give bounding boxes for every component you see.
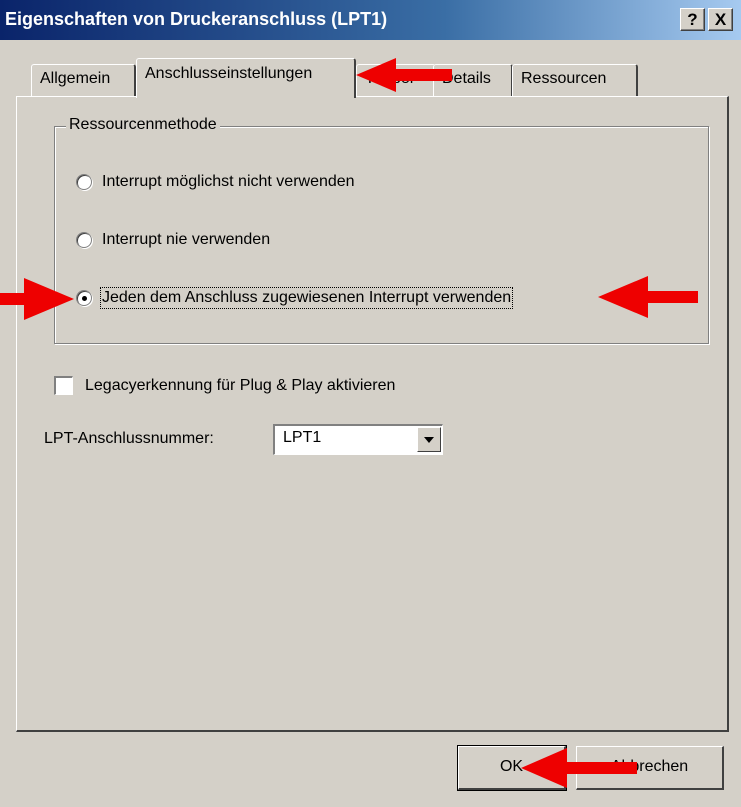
arrow-left-icon bbox=[598, 276, 698, 318]
tab-ressourcen[interactable]: Ressourcen bbox=[512, 64, 638, 96]
tab-allgemein[interactable]: Allgemein bbox=[31, 64, 136, 96]
chevron-down-icon bbox=[424, 437, 434, 443]
radio-button-icon[interactable] bbox=[76, 232, 92, 248]
tab-anschlusseinstellungen[interactable]: Anschlusseinstellungen bbox=[136, 58, 356, 98]
radio-interrupt-avoid[interactable]: Interrupt möglichst nicht verwenden bbox=[76, 170, 355, 194]
radio-interrupt-never[interactable]: Interrupt nie verwenden bbox=[76, 228, 270, 252]
checkbox-icon[interactable] bbox=[54, 376, 73, 395]
arrow-right-icon bbox=[0, 278, 74, 320]
help-button[interactable]: ? bbox=[680, 8, 705, 31]
radio-label: Interrupt nie verwenden bbox=[102, 231, 271, 248]
close-button[interactable]: X bbox=[708, 8, 733, 31]
tab-label: Anschlusseinstellungen bbox=[145, 65, 313, 82]
tab-label: Ressourcen bbox=[521, 70, 607, 87]
tab-label: Allgemein bbox=[40, 70, 111, 87]
lpt-number-select[interactable]: LPT1 bbox=[273, 424, 443, 455]
radio-label: Interrupt möglichst nicht verwenden bbox=[102, 173, 355, 190]
title-bar: Eigenschaften von Druckeranschluss (LPT1… bbox=[0, 0, 741, 40]
resource-method-legend: Ressourcenmethode bbox=[66, 116, 220, 134]
dropdown-button[interactable] bbox=[417, 427, 441, 452]
radio-label: Jeden dem Anschluss zugewiesenen Interru… bbox=[99, 287, 514, 309]
checkbox-label: Legacyerkennung für Plug & Play aktivier… bbox=[85, 376, 396, 394]
lpt-number-label: LPT-Anschlussnummer: bbox=[44, 430, 214, 447]
lpt-number-value: LPT1 bbox=[283, 429, 322, 446]
arrow-left-icon bbox=[356, 58, 452, 92]
legacy-plug-and-play-checkbox[interactable]: Legacyerkennung für Plug & Play aktivier… bbox=[54, 376, 395, 395]
window-title: Eigenschaften von Druckeranschluss (LPT1… bbox=[5, 9, 388, 29]
radio-interrupt-any[interactable]: Jeden dem Anschluss zugewiesenen Interru… bbox=[76, 286, 514, 310]
radio-dot-icon bbox=[82, 296, 87, 301]
radio-button-selected-icon[interactable] bbox=[76, 290, 92, 306]
radio-button-icon[interactable] bbox=[76, 174, 92, 190]
arrow-left-icon bbox=[521, 748, 637, 788]
